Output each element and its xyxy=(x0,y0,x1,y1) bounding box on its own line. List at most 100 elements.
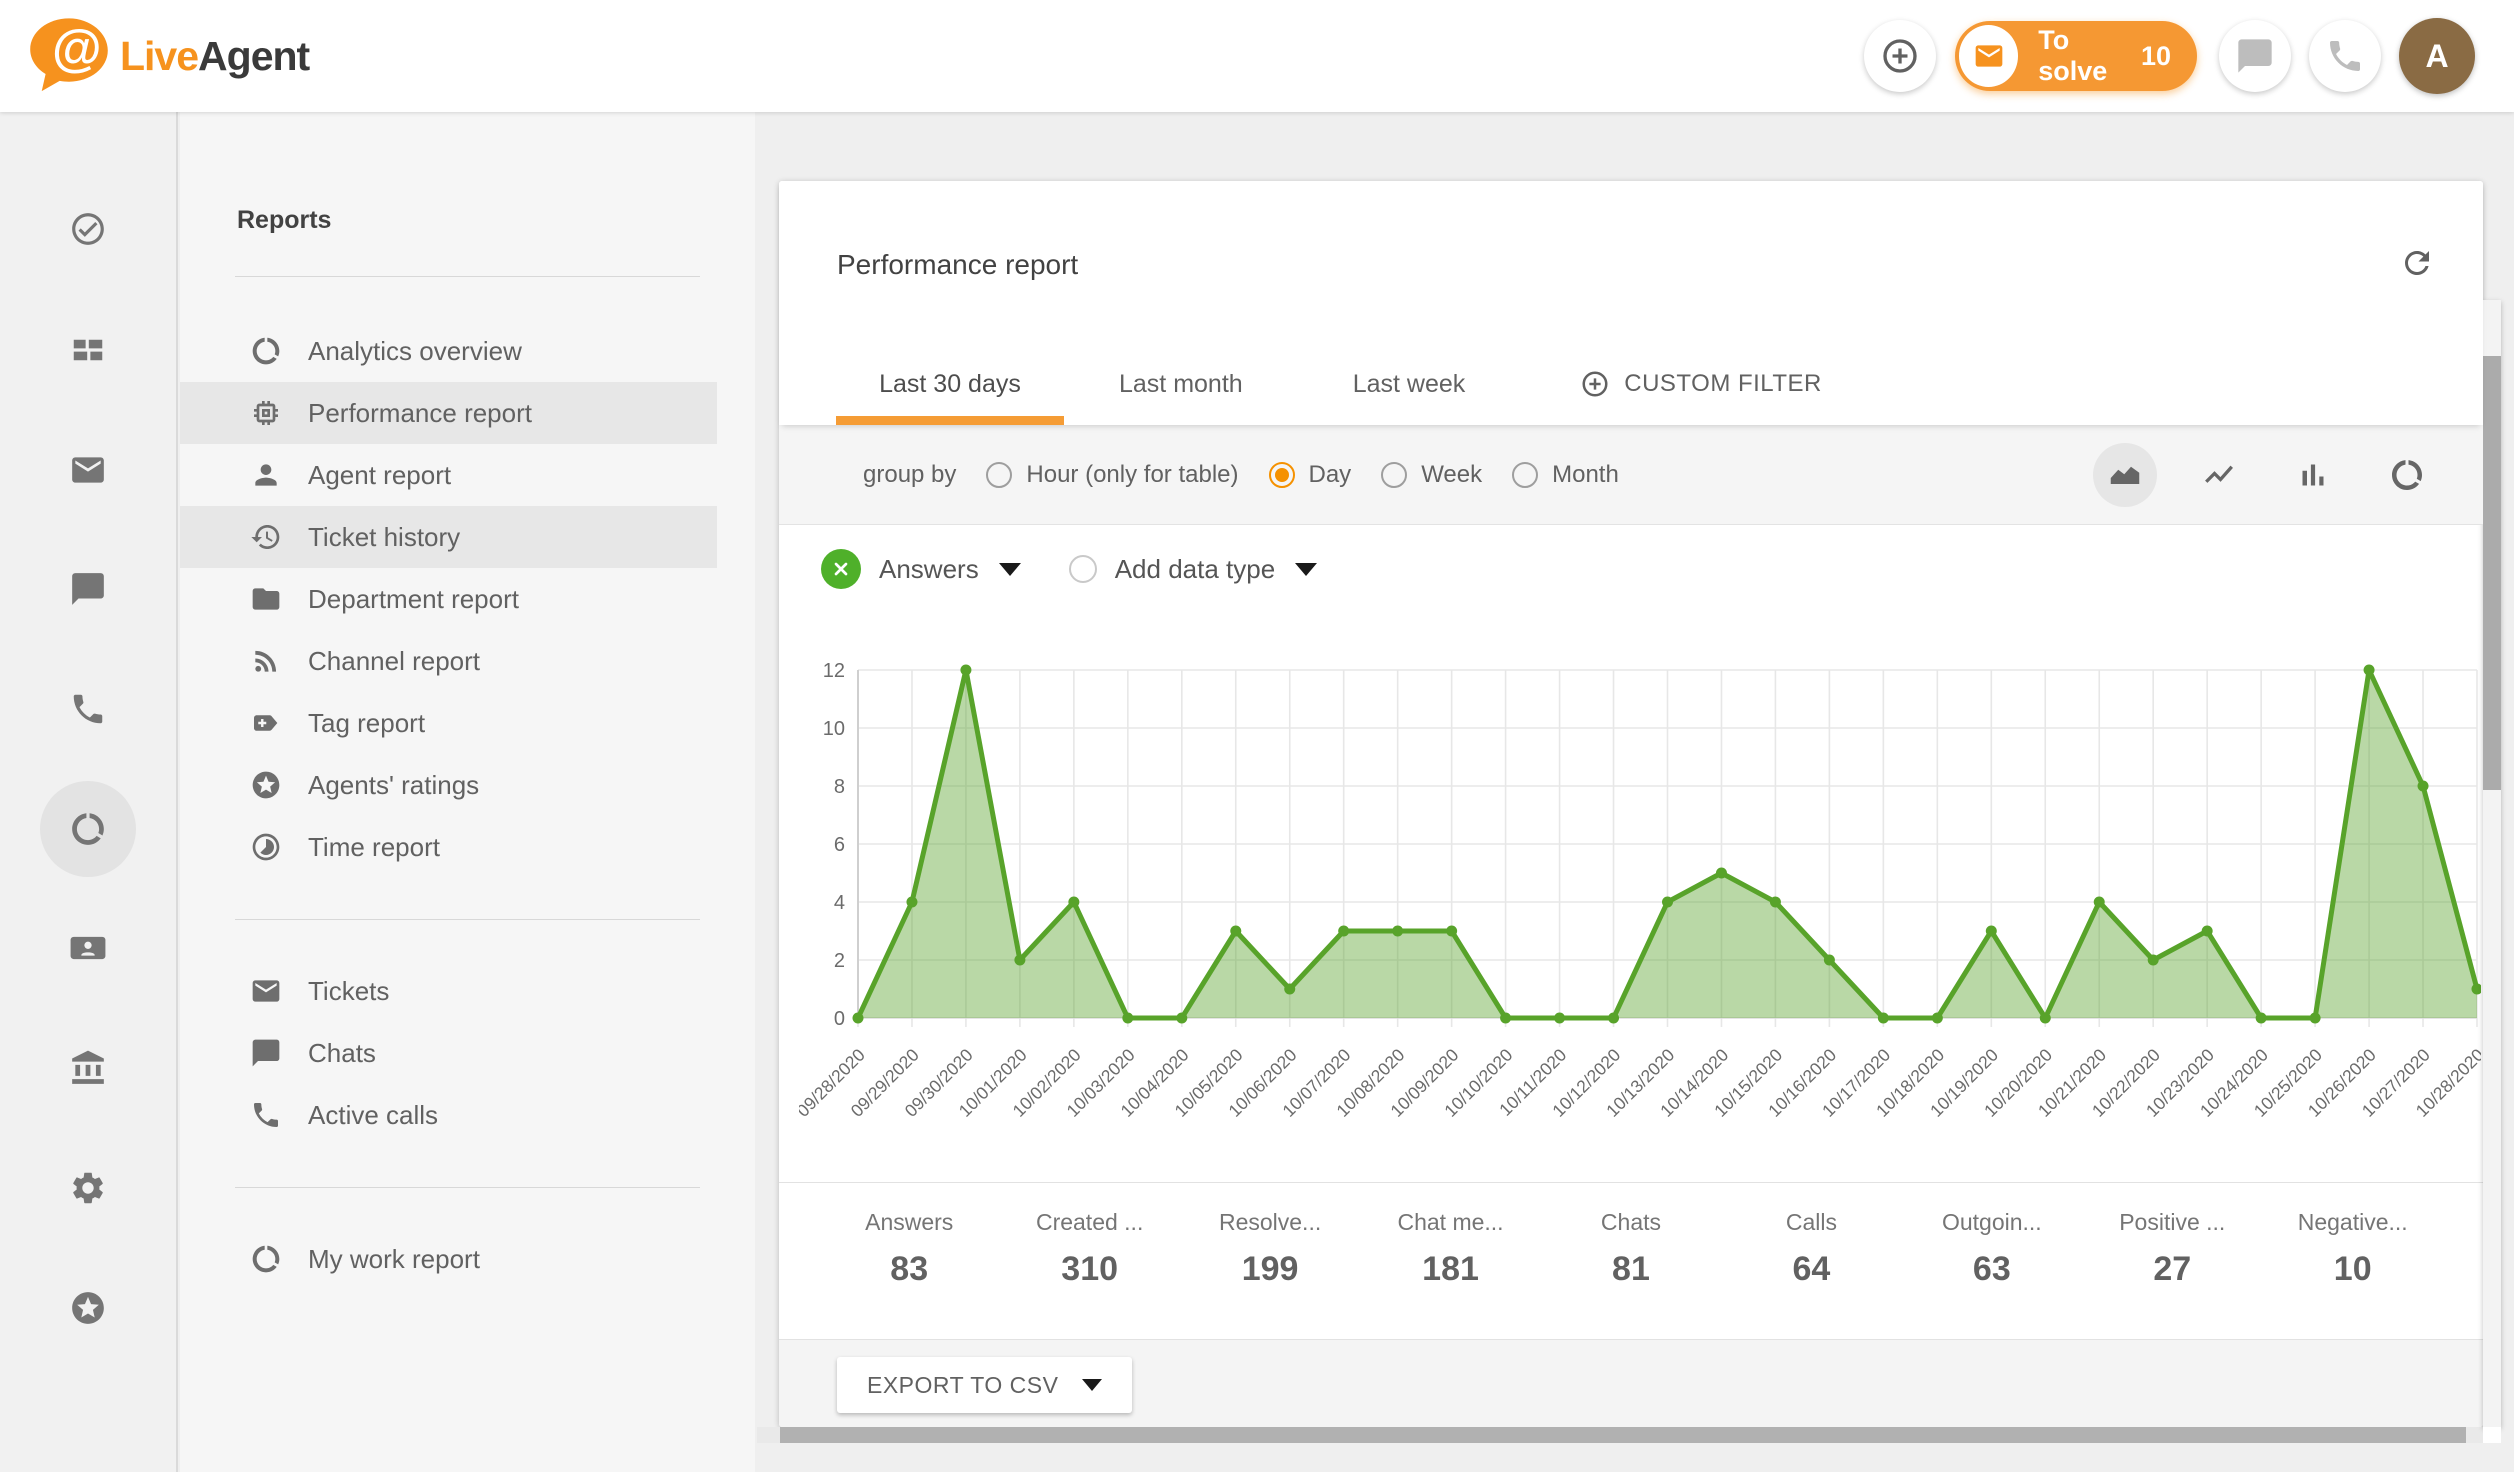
custom-filter-button[interactable]: CUSTOM FILTER xyxy=(1520,343,1822,425)
chevron-down-icon[interactable] xyxy=(999,563,1021,576)
radio-day[interactable] xyxy=(1269,462,1295,488)
sidebar-item-my-work-report[interactable]: My work report xyxy=(180,1228,717,1290)
vertical-scrollbar[interactable] xyxy=(2483,300,2501,1427)
sidebar-item-label: Time report xyxy=(308,832,440,863)
radio-month[interactable] xyxy=(1512,462,1538,488)
add-new-button[interactable] xyxy=(1864,20,1936,92)
bar-chart-button[interactable] xyxy=(2281,443,2345,507)
rail-tickets[interactable] xyxy=(40,422,136,518)
sidebar-item-time-report[interactable]: Time report xyxy=(180,816,717,878)
logo-text: LiveAgent xyxy=(120,33,309,80)
refresh-icon xyxy=(2399,245,2435,281)
active-tab-underline xyxy=(836,416,1064,425)
line-chart-button[interactable] xyxy=(2187,443,2251,507)
sidebar-item-label: Ticket history xyxy=(308,522,460,553)
radio-hour[interactable] xyxy=(986,462,1012,488)
stat-answers: Answers 83 xyxy=(819,1183,999,1339)
card-header: Performance report Last 30 days Last mon… xyxy=(779,181,2483,425)
to-solve-envelope-badge xyxy=(1959,25,2018,87)
bar-chart-icon xyxy=(2295,457,2331,493)
close-icon xyxy=(831,559,851,579)
stat-value: 310 xyxy=(999,1250,1179,1289)
sidebar-item-channel-report[interactable]: Channel report xyxy=(180,630,717,692)
radio-week[interactable] xyxy=(1381,462,1407,488)
scrollbar-corner xyxy=(2483,1427,2501,1443)
sidebar-item-label: Tickets xyxy=(308,976,389,1007)
rail-reports[interactable] xyxy=(40,781,136,877)
stat-value: 81 xyxy=(1541,1250,1721,1289)
user-avatar[interactable]: A xyxy=(2399,18,2475,94)
add-data-type-radio[interactable] xyxy=(1069,555,1097,583)
liveagent-logo[interactable]: @ LiveAgent xyxy=(26,16,309,96)
sidebar-item-agents-ratings[interactable]: Agents' ratings xyxy=(180,754,717,816)
stat-calls: Calls 64 xyxy=(1721,1183,1901,1339)
stat-created: Created ... 310 xyxy=(999,1183,1179,1339)
tab-last-month[interactable]: Last month xyxy=(1064,343,1298,425)
divider xyxy=(235,919,700,920)
sidebar-item-label: Performance report xyxy=(308,398,532,429)
chats-header-button[interactable] xyxy=(2219,20,2291,92)
sidebar-item-active-calls[interactable]: Active calls xyxy=(180,1084,717,1146)
refresh-button[interactable] xyxy=(2395,241,2439,285)
reload-chart-button[interactable] xyxy=(2375,443,2439,507)
add-circle-icon xyxy=(1880,36,1920,76)
stat-label: Created ... xyxy=(999,1209,1179,1236)
sidebar-item-department-report[interactable]: Department report xyxy=(180,568,717,630)
stat-positive: Positive ... 27 xyxy=(2082,1183,2262,1339)
chat-icon xyxy=(250,1037,282,1069)
sidebar-item-chats[interactable]: Chats xyxy=(180,1022,717,1084)
horizontal-scrollbar-thumb[interactable] xyxy=(780,1427,2466,1443)
sidebar-item-label: Active calls xyxy=(308,1100,438,1131)
sidebar-item-performance-report[interactable]: Performance report xyxy=(180,382,717,444)
svg-text:10: 10 xyxy=(823,718,845,740)
rail-tickets-to-solve[interactable] xyxy=(40,181,136,277)
contact-card-icon xyxy=(69,929,107,967)
sidebar-item-tag-report[interactable]: Tag report xyxy=(180,692,717,754)
rail-companies[interactable] xyxy=(40,1020,136,1116)
rail-calls[interactable] xyxy=(40,661,136,757)
vertical-scrollbar-thumb[interactable] xyxy=(2483,356,2501,790)
sidebar-item-analytics-overview[interactable]: Analytics overview xyxy=(180,320,717,382)
donut-icon xyxy=(250,335,282,367)
export-to-csv-button[interactable]: EXPORT TO CSV xyxy=(837,1357,1132,1413)
folder-icon xyxy=(250,583,282,615)
sidebar-item-tickets[interactable]: Tickets xyxy=(180,960,717,1022)
stat-chat-messages: Chat me... 181 xyxy=(1360,1183,1540,1339)
calls-header-button[interactable] xyxy=(2309,20,2381,92)
stat-label: Chats xyxy=(1541,1209,1721,1236)
phone-icon xyxy=(250,1099,282,1131)
sidebar-item-ticket-history[interactable]: Ticket history xyxy=(180,506,717,568)
radio-month-label: Month xyxy=(1552,461,1619,489)
rail-ratings[interactable] xyxy=(40,1260,136,1356)
star-circle-icon xyxy=(69,1289,107,1327)
to-solve-button[interactable]: To solve 10 xyxy=(1955,21,2197,91)
chevron-down-icon xyxy=(1082,1379,1102,1391)
tab-last-30-days[interactable]: Last 30 days xyxy=(836,343,1064,425)
answers-chart: 02468101209/28/202009/29/202009/30/20201… xyxy=(799,625,2481,1170)
horizontal-scrollbar[interactable] xyxy=(757,1427,2483,1443)
tab-label: Last month xyxy=(1119,370,1243,399)
rail-chats[interactable] xyxy=(40,541,136,637)
chat-bubble-icon xyxy=(2235,36,2275,76)
stat-chats: Chats 81 xyxy=(1541,1183,1721,1339)
remove-answers-series-button[interactable] xyxy=(821,549,861,589)
chevron-down-icon[interactable] xyxy=(1295,563,1317,576)
rail-contacts[interactable] xyxy=(40,900,136,996)
stat-label: Calls xyxy=(1721,1209,1901,1236)
svg-text:4: 4 xyxy=(834,892,845,914)
rail-dashboard[interactable] xyxy=(40,302,136,398)
stat-value: 64 xyxy=(1721,1250,1901,1289)
star-circle-icon xyxy=(250,769,282,801)
custom-filter-label: CUSTOM FILTER xyxy=(1624,370,1822,398)
radio-week-label: Week xyxy=(1421,461,1482,489)
logo-bubble-icon: @ xyxy=(26,16,112,96)
sidebar-item-agent-report[interactable]: Agent report xyxy=(180,444,717,506)
area-chart-button[interactable] xyxy=(2093,443,2157,507)
rail-settings[interactable] xyxy=(40,1140,136,1236)
top-header: @ LiveAgent To solve 10 A xyxy=(0,0,2514,112)
tab-last-week[interactable]: Last week xyxy=(1298,343,1521,425)
stat-value: 199 xyxy=(1180,1250,1360,1289)
group-by-label: group by xyxy=(863,461,956,489)
person-icon xyxy=(250,459,282,491)
series-chip-label: Answers xyxy=(879,554,979,585)
